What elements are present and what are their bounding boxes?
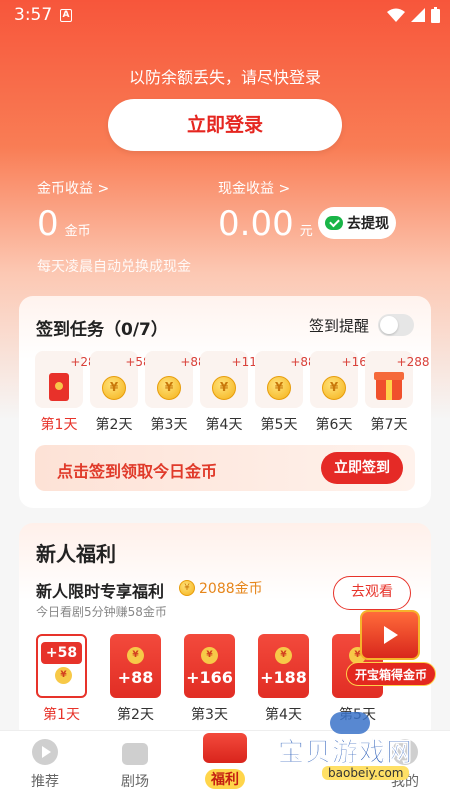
coin-earnings-label: 金币收益 > — [37, 181, 110, 197]
withdraw-label: 去提现 — [347, 216, 389, 232]
packet-label: 第1天 — [43, 707, 80, 723]
packet-amount: +88 — [117, 668, 154, 687]
gift-box-icon — [374, 372, 404, 400]
a-notification-icon: A — [60, 9, 72, 22]
coin-icon: ¥ — [275, 647, 292, 664]
wechat-icon — [325, 216, 343, 230]
status-bar: 3:57 A — [0, 0, 450, 32]
signin-prompt: 点击签到领取今日金币 — [57, 462, 218, 481]
packet-label: 第2天 — [117, 707, 154, 723]
signin-day-label: 第2天 — [95, 417, 133, 433]
signin-day-label: 第4天 — [205, 417, 243, 433]
signin-reminder-label: 签到提醒 — [308, 317, 369, 335]
coin-icon: ¥ — [157, 376, 181, 400]
newbie-reward-amount: 2088金币 — [199, 581, 263, 597]
site-watermark: 宝贝游戏网 baobeiy.com — [274, 712, 450, 792]
auto-exchange-note: 每天凌晨自动兑换成现金 — [37, 259, 191, 275]
withdraw-button[interactable]: 去提现 — [318, 207, 396, 239]
red-packet-icon — [203, 733, 247, 763]
signin-day-label: 第7天 — [370, 417, 408, 433]
newbie-packet[interactable]: +58 ¥ 第1天 — [36, 634, 87, 724]
watermark-url: baobeiy.com — [322, 766, 410, 780]
cell-signal-icon — [411, 8, 425, 22]
coin-icon: ¥ — [267, 376, 291, 400]
signin-day-label: 第5天 — [260, 417, 298, 433]
login-prompt: 以防余额丢失，请尽快登录 — [128, 68, 321, 87]
cash-earnings-value: 0.00 — [218, 204, 294, 244]
tv-icon — [122, 743, 148, 765]
signin-reminder-toggle[interactable] — [378, 314, 414, 336]
signin-day[interactable]: +88 ¥ 第3天 — [145, 351, 206, 434]
signin-day[interactable]: +88 ¥ 第5天 — [255, 351, 316, 434]
tab-welfare[interactable]: 福利 — [190, 733, 260, 789]
cash-earnings-unit: 元 — [299, 224, 313, 239]
signin-banner: 点击签到领取今日金币 立即签到 — [35, 445, 415, 491]
coin-icon: ¥ — [55, 667, 72, 684]
chest-label: 开宝箱得金币 — [346, 662, 436, 686]
coin-earnings-value-row: 0 金币 — [37, 204, 91, 244]
packet-amount: +188 — [260, 668, 307, 687]
cash-earnings-value-row: 0.00 元 — [218, 204, 313, 244]
signin-day[interactable]: +166 ¥ 第6天 — [310, 351, 374, 434]
wifi-icon — [387, 8, 405, 22]
coin-earnings[interactable]: 金币收益 > 0 金币 — [37, 178, 110, 244]
signin-day[interactable]: +28 第1天 — [35, 351, 96, 434]
treasure-chest[interactable]: 开宝箱得金币 — [346, 610, 436, 690]
newbie-packet[interactable]: ¥ +166 第3天 — [184, 634, 235, 724]
battery-icon — [431, 7, 440, 23]
tab-recommend[interactable]: 推荐 — [10, 737, 80, 791]
packet-amount: +166 — [186, 668, 233, 687]
cash-earnings[interactable]: 现金收益 > 0.00 元 — [218, 178, 313, 244]
play-icon — [32, 739, 58, 765]
coin-icon: ¥ — [102, 376, 126, 400]
packet-label: 第3天 — [191, 707, 228, 723]
watch-button[interactable]: 去观看 — [333, 576, 411, 610]
signin-day-label: 第6天 — [315, 417, 353, 433]
gamepad-icon — [330, 712, 370, 734]
signin-day[interactable]: +58 ¥ 第2天 — [90, 351, 151, 434]
newbie-title: 新人福利 — [36, 542, 116, 566]
status-icons — [387, 7, 440, 23]
coin-icon: ¥ — [322, 376, 346, 400]
signin-day-label: 第3天 — [150, 417, 188, 433]
coin-icon: ¥ — [127, 647, 144, 664]
signin-button[interactable]: 立即签到 — [321, 452, 403, 484]
signin-card: 签到任务（0/7） 签到提醒 +28 第1天 +58 ¥ 第2天 +88 ¥ 第3天… — [19, 296, 431, 508]
signin-day[interactable]: +288 第7天 — [365, 351, 429, 434]
login-button[interactable]: 立即登录 — [108, 99, 342, 151]
newbie-packet[interactable]: ¥ +188 第4天 — [258, 634, 309, 724]
tab-label: 福利 — [205, 769, 245, 789]
coin-earnings-value: 0 — [37, 204, 59, 244]
newbie-reward: ¥ 2088金币 — [179, 578, 263, 598]
tab-label: 剧场 — [121, 774, 149, 790]
newbie-packet[interactable]: ¥ +88 第2天 — [110, 634, 161, 724]
newbie-packets: +58 ¥ 第1天 ¥ +88 第2天 ¥ +166 第3天 ¥ +188 第4天 ¥ … — [36, 634, 383, 724]
signin-title: 签到任务（0/7） — [36, 320, 168, 340]
packet-amount: +58 — [41, 642, 82, 664]
signin-day-points: +288 — [396, 355, 430, 369]
newbie-note: 今日看剧5分钟赚58金币 — [36, 605, 167, 619]
cash-earnings-label: 现金收益 > — [218, 181, 291, 197]
treasure-chest-icon — [360, 610, 420, 660]
signin-day[interactable]: +116 ¥ 第4天 — [200, 351, 264, 434]
coin-icon: ¥ — [179, 580, 195, 596]
signin-day-label: 第1天 — [40, 417, 78, 433]
tab-label: 推荐 — [31, 774, 59, 790]
signin-days: +28 第1天 +58 ¥ 第2天 +88 ¥ 第3天 +116 ¥ 第4天 +88 ¥… — [35, 351, 429, 434]
watermark-text: 宝贝游戏网 — [278, 738, 414, 769]
coin-earnings-unit: 金币 — [64, 224, 91, 239]
clock: 3:57 — [14, 5, 53, 25]
tab-theater[interactable]: 剧场 — [100, 737, 170, 791]
coin-icon: ¥ — [212, 376, 236, 400]
newbie-subtitle: 新人限时专享福利 — [36, 582, 165, 601]
red-packet-icon — [49, 373, 69, 401]
coin-icon: ¥ — [201, 647, 218, 664]
